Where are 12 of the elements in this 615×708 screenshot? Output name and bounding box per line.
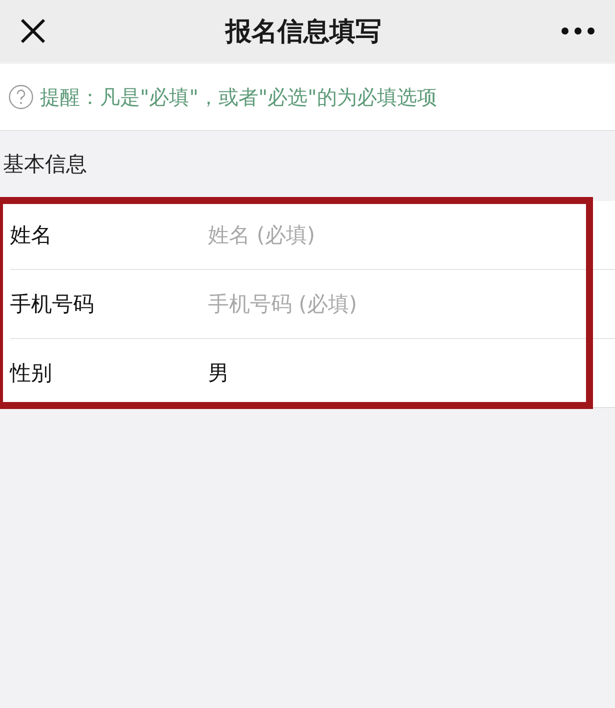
- field-label: 性别: [10, 360, 53, 387]
- input-field[interactable]: 男: [208, 361, 508, 385]
- help-icon: [8, 84, 34, 110]
- reminder-text: 提醒：凡是"必填"，或者"必选"的为必填选项: [40, 84, 437, 110]
- field-label: 姓名: [10, 222, 53, 249]
- close-icon[interactable]: [20, 18, 46, 44]
- window-title: 报名信息填写: [226, 16, 382, 48]
- field-label: 手机号码: [10, 291, 95, 318]
- more-icon[interactable]: [561, 27, 595, 35]
- input-field[interactable]: 手机号码 (必填): [208, 292, 508, 316]
- input-field[interactable]: 姓名 (必填): [208, 223, 508, 247]
- section-title: 基本信息: [3, 151, 87, 178]
